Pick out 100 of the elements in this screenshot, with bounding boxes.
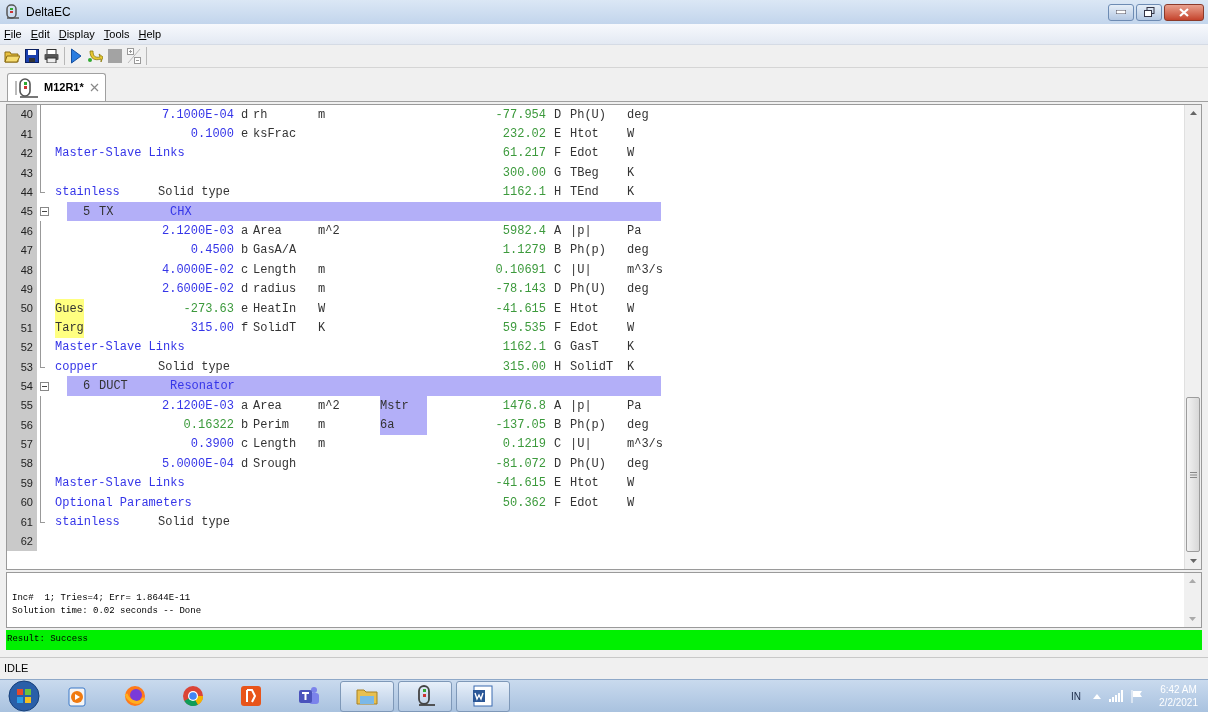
line-number: 42 [20, 146, 33, 162]
parameter-name: Length [253, 261, 298, 279]
component-header-bar[interactable]: 6 DUCT Resonator [67, 376, 661, 396]
result-value: -81.072 [494, 455, 546, 473]
line-number: 54 [20, 378, 33, 394]
component-type: DUCT [99, 378, 129, 396]
close-button[interactable] [1164, 3, 1204, 21]
result-value: 1476.8 [501, 397, 546, 415]
parameter-value[interactable]: 0.1000 [133, 125, 234, 144]
scrollbar-thumb[interactable] [1186, 397, 1200, 552]
row-label: Gues [55, 298, 84, 319]
result-name: SolidT [570, 358, 615, 376]
menu-item[interactable]: Display [58, 25, 95, 43]
plus-minus-icon[interactable] [127, 48, 141, 64]
parameter-letter: b [241, 416, 250, 434]
parameter-letter: e [241, 300, 250, 318]
component-name: CHX [170, 203, 192, 221]
language-indicator[interactable]: IN [1071, 688, 1082, 704]
parameter-letter: d [241, 106, 250, 124]
vertical-scrollbar[interactable] [1184, 105, 1201, 569]
app-icon [4, 4, 20, 20]
result-letter: C [554, 436, 563, 454]
result-letter: D [554, 281, 563, 299]
taskbar-button[interactable] [456, 680, 510, 712]
line-number: 61 [20, 514, 33, 530]
menu-item[interactable]: Edit [30, 25, 50, 43]
parameter-value[interactable]: 2.6000E-02 [133, 280, 234, 299]
parameter-value[interactable]: 4.0000E-02 [133, 260, 234, 279]
result-letter: F [554, 494, 563, 512]
browser-icon [181, 684, 205, 708]
parameter-value[interactable]: 315.00 [133, 319, 234, 337]
parameter-value[interactable]: -273.63 [133, 299, 234, 318]
parameter-unit: m [318, 416, 327, 434]
result-name: GasT [570, 339, 600, 357]
result-letter: D [554, 106, 563, 124]
window-title: DeltaEC [26, 4, 71, 21]
open-folder-icon[interactable] [4, 49, 20, 63]
printer-icon[interactable] [44, 49, 59, 63]
result-value: -41.615 [494, 475, 546, 493]
result-bar: Result: Success [6, 630, 1202, 650]
taskbar-button[interactable] [398, 680, 452, 712]
scroll-down-icon[interactable] [1189, 559, 1197, 563]
result-name: Ph(p) [570, 416, 607, 434]
parameter-value[interactable]: 2.1200E-03 [133, 222, 234, 241]
result-name: |U| [570, 436, 593, 454]
collapse-icon[interactable] [39, 207, 49, 217]
log-line: Solution time: 0.02 seconds -- Done [12, 605, 203, 618]
result-unit: deg [627, 106, 649, 124]
curved-arrow-icon[interactable] [87, 49, 103, 63]
row-label: Master-Slave Links [55, 145, 185, 163]
result-unit: Pa [627, 223, 642, 241]
result-unit: deg [627, 281, 649, 299]
parameter-name: GasA/A [253, 242, 298, 260]
result-unit: W [627, 494, 635, 512]
scroll-up-icon[interactable] [1189, 111, 1197, 115]
minimize-icon [1116, 10, 1126, 14]
menu-item[interactable]: Help [138, 25, 162, 43]
parameter-value[interactable]: 7.1000E-04 [133, 105, 234, 124]
grip-icon [1189, 471, 1197, 478]
parameter-letter: c [241, 261, 250, 279]
menu-item[interactable]: File [4, 25, 22, 43]
line-number: 47 [20, 243, 33, 259]
parameter-letter: c [241, 436, 250, 454]
result-name: Htot [570, 475, 600, 493]
result-letter: E [554, 300, 563, 318]
document-icon [471, 684, 495, 708]
line-number: 52 [20, 340, 33, 356]
restore-button[interactable] [1136, 3, 1162, 21]
result-name: Ph(p) [570, 242, 607, 260]
parameter-value[interactable]: 0.4500 [133, 241, 234, 260]
parameter-value[interactable]: 0.3900 [133, 435, 234, 454]
result-unit: deg [627, 455, 649, 473]
row-label: Optional Parameters [55, 494, 192, 512]
run-icon[interactable] [70, 48, 82, 64]
status-text: IDLE [4, 661, 29, 677]
close-icon [1179, 7, 1189, 17]
result-name: |p| [570, 397, 593, 415]
line-number: 60 [20, 495, 33, 511]
result-unit: K [627, 164, 635, 182]
parameter-value[interactable]: 5.0000E-04 [133, 454, 234, 473]
parameter-letter: e [241, 126, 250, 144]
parameter-name: ksFrac [253, 126, 298, 144]
save-icon[interactable] [25, 49, 39, 63]
line-number: 59 [20, 475, 33, 491]
line-number: 50 [20, 301, 33, 317]
parameter-name: Perim [253, 416, 290, 434]
collapse-icon[interactable] [39, 381, 49, 391]
result-letter: F [554, 320, 563, 337]
component-number: 5 [83, 203, 92, 221]
parameter-value[interactable]: 0.16322 [133, 415, 234, 434]
close-icon[interactable] [89, 83, 99, 92]
parameter-value[interactable]: 2.1200E-03 [133, 396, 234, 415]
parameter-name: radius [253, 281, 298, 299]
start-orb-icon[interactable] [6, 680, 42, 712]
menu-item[interactable]: Tools [103, 25, 130, 43]
document-tab[interactable]: M12R1* [7, 73, 106, 101]
log-line: Inc# 1; Tries=4; Err= 1.8644E-11 [12, 592, 192, 605]
result-letter: H [554, 184, 563, 202]
component-header-bar[interactable]: 5 TX CHX [67, 201, 661, 222]
row-label: stainless [55, 184, 120, 202]
